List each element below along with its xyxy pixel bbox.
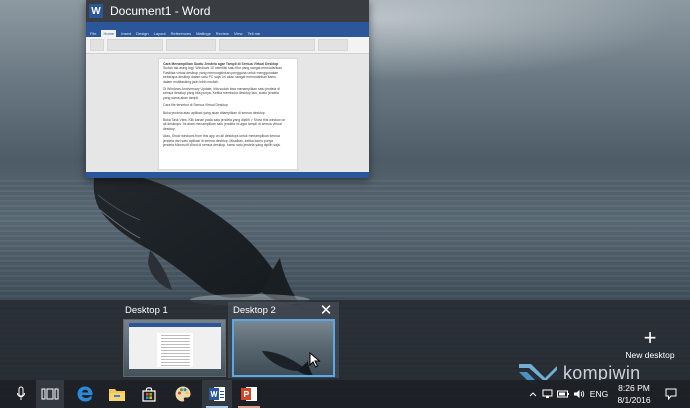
ribbon-tab: Tell me [247, 31, 261, 36]
ribbon-tab: Insert [121, 31, 132, 36]
edge-taskbar-button[interactable] [70, 380, 100, 408]
doc-line: all desktops. Ini akan menampilkan satu … [163, 122, 282, 127]
ribbon-tab: Mailings [196, 31, 211, 36]
powerpoint-icon [241, 387, 257, 401]
new-desktop-button[interactable]: + New desktop [620, 325, 680, 362]
desktop-2-label: Desktop 2 [233, 305, 276, 316]
taskbar-clock[interactable]: 8:26 PM 8/1/2016 [614, 382, 654, 406]
word-icon [209, 387, 225, 401]
mini-whale-image [262, 351, 313, 375]
desktop-1-label: Desktop 1 [125, 305, 168, 316]
desktop-1-thumbnail[interactable] [123, 319, 226, 377]
ribbon-tabs: File Home Insert Design Layout Reference… [86, 30, 369, 37]
word-quick-access-bar [86, 22, 369, 30]
mouse-cursor-icon [309, 352, 321, 368]
action-center-button[interactable] [660, 380, 682, 408]
ribbon-tab: File [90, 31, 97, 36]
microphone-icon [17, 386, 25, 400]
plus-icon: + [643, 325, 657, 350]
clipboard-group [90, 39, 104, 51]
volume-tray-button[interactable] [572, 380, 586, 408]
document-page: Cara Menampilkan Suatu Jendela agar Tamp… [158, 58, 298, 170]
network-tray-button[interactable] [541, 380, 555, 408]
store-icon [142, 387, 156, 402]
taskbar: ENG [0, 380, 690, 408]
chevron-up-icon [529, 392, 537, 397]
task-view-icon [41, 388, 59, 400]
ribbon-tab: Design [136, 31, 149, 36]
ribbon-tab: Layout [153, 31, 166, 36]
styles-group [219, 39, 315, 51]
task-view-button[interactable] [36, 380, 64, 408]
window-titlebar[interactable]: W Document1 - Word [86, 0, 369, 22]
cortana-microphone-button[interactable] [8, 380, 34, 408]
ribbon-tab: View [233, 31, 243, 36]
ribbon-tab: References [170, 31, 192, 36]
show-hidden-icons-button[interactable] [527, 380, 539, 408]
notification-icon [665, 388, 677, 400]
editing-group [318, 39, 348, 51]
clock-time: 8:26 PM [618, 383, 650, 393]
word-app-preview: File Home Insert Design Layout Reference… [86, 22, 369, 178]
volume-icon [574, 390, 585, 398]
mini-word-window [129, 323, 221, 369]
paint-taskbar-button[interactable] [168, 380, 198, 408]
window-title: Document1 - Word [110, 4, 211, 18]
new-desktop-label: New desktop [625, 350, 675, 360]
word-taskbar-button[interactable] [202, 380, 232, 408]
word-window-thumbnail[interactable]: W Document1 - Word File Home Insert Desi… [86, 0, 369, 178]
word-status-bar [86, 172, 369, 178]
close-desktop-button[interactable]: ✕ [319, 303, 333, 318]
ribbon-toolbar [86, 37, 369, 54]
word-app-icon: W [89, 4, 103, 18]
file-explorer-icon [109, 389, 125, 401]
network-icon [542, 389, 553, 398]
ribbon-tab: Home [101, 30, 117, 37]
doc-line: beberapa desktop dalam satu PC saja. Ini… [163, 75, 277, 80]
input-language-indicator[interactable]: ENG [588, 380, 610, 408]
file-explorer-taskbar-button[interactable] [102, 380, 132, 408]
doc-line: jendela Microsoft Word di semua desktop,… [163, 143, 281, 148]
powerpoint-taskbar-button[interactable] [234, 380, 264, 408]
battery-icon [557, 390, 569, 398]
paragraph-group [166, 39, 216, 51]
edge-icon [77, 386, 93, 402]
desktop-2-thumbnail[interactable] [232, 319, 335, 377]
ribbon-tab: Review [215, 31, 229, 36]
battery-tray-button[interactable] [556, 380, 570, 408]
mini-document-page [157, 333, 193, 367]
clock-date: 8/1/2016 [617, 395, 651, 405]
font-group [107, 39, 163, 51]
paint-icon [175, 386, 191, 402]
store-taskbar-button[interactable] [134, 380, 164, 408]
